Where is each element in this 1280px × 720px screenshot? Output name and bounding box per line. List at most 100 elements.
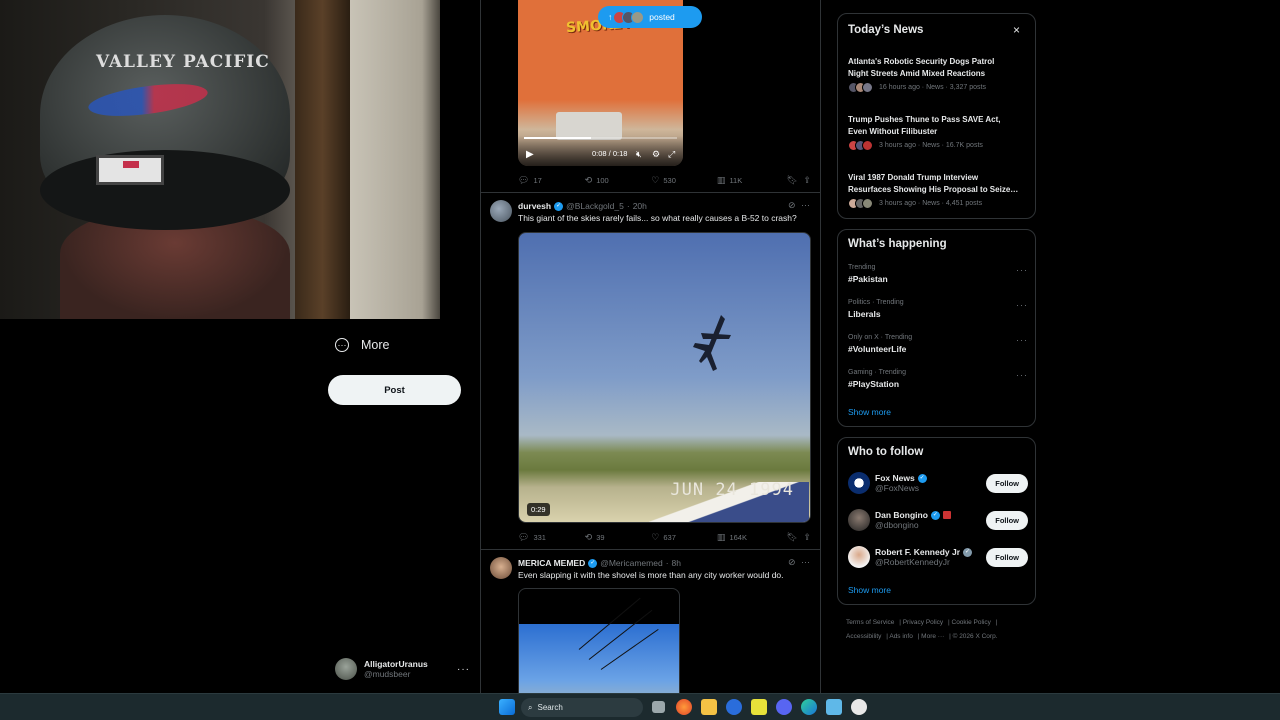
play-icon[interactable]: ▶ (526, 149, 534, 160)
webcam-overlay: VALLEY PACIFIC (0, 0, 440, 319)
news-item[interactable]: Trump Pushes Thune to Pass SAVE Act, Eve… (848, 114, 1030, 151)
grok-icon[interactable]: ⊘ (788, 200, 796, 211)
show-more-link[interactable]: Show more (848, 407, 891, 417)
repost-button[interactable]: ⟲ 100 (585, 175, 652, 186)
trend-item[interactable]: Only on X · Trending #VolunteerLife ··· (848, 334, 1028, 354)
more-options-icon[interactable]: ··· (1016, 335, 1028, 345)
nav-more[interactable]: ··· More (335, 338, 389, 352)
heart-icon: ♡ (651, 175, 660, 185)
reply-icon: 💬︎ (518, 175, 530, 185)
notes-icon[interactable] (751, 699, 767, 715)
more-options-icon[interactable]: ··· (801, 200, 810, 210)
follow-button[interactable]: Follow (986, 510, 1028, 530)
views-button[interactable]: ▥ 11K (717, 175, 787, 186)
more-options-icon[interactable]: ··· (1016, 265, 1028, 275)
discord-icon[interactable] (776, 699, 792, 715)
todays-news-card: Today’s News × Atlanta's Robotic Securit… (837, 13, 1036, 219)
author-handle[interactable]: @Mericamemed (600, 558, 662, 568)
avatar[interactable] (490, 200, 512, 222)
terms-link[interactable]: Terms of Service (846, 619, 894, 626)
posted-label: posted (649, 12, 675, 22)
views-button[interactable]: ▥ 164K (717, 532, 787, 543)
tweet3-header: MERICA MEMED ✓ @Mericamemed · 8h (518, 558, 682, 568)
video-progress[interactable] (524, 137, 677, 139)
more-options-icon[interactable]: ··· (801, 557, 810, 567)
avatar-stack (848, 198, 873, 209)
grok-icon[interactable]: ⊘ (788, 557, 796, 568)
timeline[interactable]: SMOKEY ▶ 0:08 / 0:18 🔇︎ ⚙︎ ⤢ 💬︎ 17 ⟲ 100 ♡… (480, 0, 821, 693)
firefox-icon[interactable] (676, 699, 692, 715)
news-item[interactable]: Viral 1987 Donald Trump Interview Resurf… (848, 172, 1030, 209)
more-options-icon[interactable]: ··· (1016, 370, 1028, 380)
repost-button[interactable]: ⟲ 39 (585, 532, 652, 543)
avatar (335, 658, 357, 680)
post-button[interactable]: Post (328, 375, 461, 405)
author-name[interactable]: durvesh (518, 201, 551, 211)
share-icon[interactable]: ⇪ (803, 532, 811, 543)
avatar (848, 509, 870, 531)
ads-link[interactable]: Ads info (889, 633, 913, 640)
trend-item[interactable]: Gaming · Trending #PlayStation ··· (848, 369, 1028, 389)
follow-button[interactable]: Follow (986, 547, 1028, 567)
more-options-icon[interactable]: ··· (1016, 300, 1028, 310)
bookmark-icon[interactable]: 🔖︎ (787, 175, 804, 186)
privacy-link[interactable]: Privacy Policy (903, 619, 943, 626)
account-name: AlligatorUranus (364, 659, 428, 669)
show-more-link[interactable]: Show more (848, 585, 891, 595)
news-item[interactable]: Atlanta's Robotic Security Dogs Patrol N… (848, 56, 1030, 93)
obs-icon[interactable] (851, 699, 867, 715)
tweet-text: Even slapping it with the shovel is more… (518, 570, 784, 580)
search-placeholder: Search (537, 703, 563, 712)
whats-happening-card: What’s happening Trending #Pakistan ··· … (837, 229, 1036, 427)
author-handle[interactable]: @BLackgold_5 (566, 201, 624, 211)
tweet1-actions: 💬︎ 17 ⟲ 100 ♡ 530 ▥ 11K 🔖︎ ⇪ (518, 175, 811, 186)
reply-button[interactable]: 💬︎ 17 (518, 175, 585, 186)
author-name[interactable]: MERICA MEMED (518, 558, 585, 568)
tweet2-video[interactable]: JUN 24 1994 0:29 (518, 232, 811, 523)
settings-icon[interactable]: ⚙︎ (652, 149, 660, 160)
trend-item[interactable]: Politics · Trending Liberals ··· (848, 299, 1028, 319)
follow-suggestion[interactable]: Robert F. Kennedy Jr ✓ @RobertKennedyJr F… (848, 544, 1028, 570)
mute-icon[interactable]: 🔇︎ (636, 149, 642, 160)
more-options-icon[interactable]: ··· (457, 664, 470, 675)
card-title: Today’s News (848, 24, 924, 36)
account-switcher[interactable]: AlligatorUranus @mudsbeer ··· (335, 656, 470, 682)
account-handle: @mudsbeer (364, 669, 411, 679)
file-explorer-icon[interactable] (701, 699, 717, 715)
like-button[interactable]: ♡ 530 (651, 175, 717, 186)
reply-button[interactable]: 💬︎ 331 (518, 532, 585, 543)
fullscreen-icon[interactable]: ⤢ (668, 149, 675, 160)
follow-button[interactable]: Follow (986, 473, 1028, 493)
taskbar-search[interactable]: ⌕ Search (521, 698, 643, 717)
heart-icon: ♡ (651, 532, 660, 542)
tweet-time[interactable]: 20h (633, 201, 647, 211)
photos-icon[interactable] (826, 699, 842, 715)
accessibility-link[interactable]: Accessibility (846, 633, 881, 640)
like-button[interactable]: ♡ 637 (651, 532, 717, 543)
copyright: © 2026 X Corp. (952, 633, 998, 640)
nav-more-label: More (361, 338, 390, 352)
video-time: 0:08 / 0:18 (592, 149, 628, 158)
edge-icon[interactable] (801, 699, 817, 715)
follow-suggestion[interactable]: Fox News ✓ @FoxNews Follow (848, 470, 1028, 496)
windows-start-icon[interactable] (499, 699, 515, 715)
tweet-time[interactable]: 8h (672, 558, 681, 568)
trend-item[interactable]: Trending #Pakistan ··· (848, 264, 1028, 284)
follow-suggestion[interactable]: Dan Bongino ✓ @dbongino Follow (848, 507, 1028, 533)
who-to-follow-card: Who to follow Fox News ✓ @FoxNews Follow … (837, 437, 1036, 605)
new-posts-pill[interactable]: ↑ posted (598, 6, 702, 28)
tweet2-actions: 💬︎ 331 ⟲ 39 ♡ 637 ▥ 164K 🔖︎ ⇪ (518, 532, 811, 543)
cookie-link[interactable]: Cookie Policy (952, 619, 991, 626)
search-icon: ⌕ (528, 702, 533, 712)
avatar[interactable] (490, 557, 512, 579)
reply-icon: 💬︎ (518, 532, 530, 542)
repost-icon: ⟲ (584, 532, 593, 542)
tweet3-video[interactable] (518, 588, 680, 693)
close-icon[interactable]: × (1013, 23, 1020, 37)
task-view-icon[interactable] (652, 701, 665, 713)
share-icon[interactable]: ⇪ (803, 175, 811, 186)
avatar-stack (848, 140, 873, 151)
more-link[interactable]: More ··· (921, 633, 944, 640)
bookmark-icon[interactable]: 🔖︎ (787, 532, 804, 543)
app-icon[interactable] (726, 699, 742, 715)
